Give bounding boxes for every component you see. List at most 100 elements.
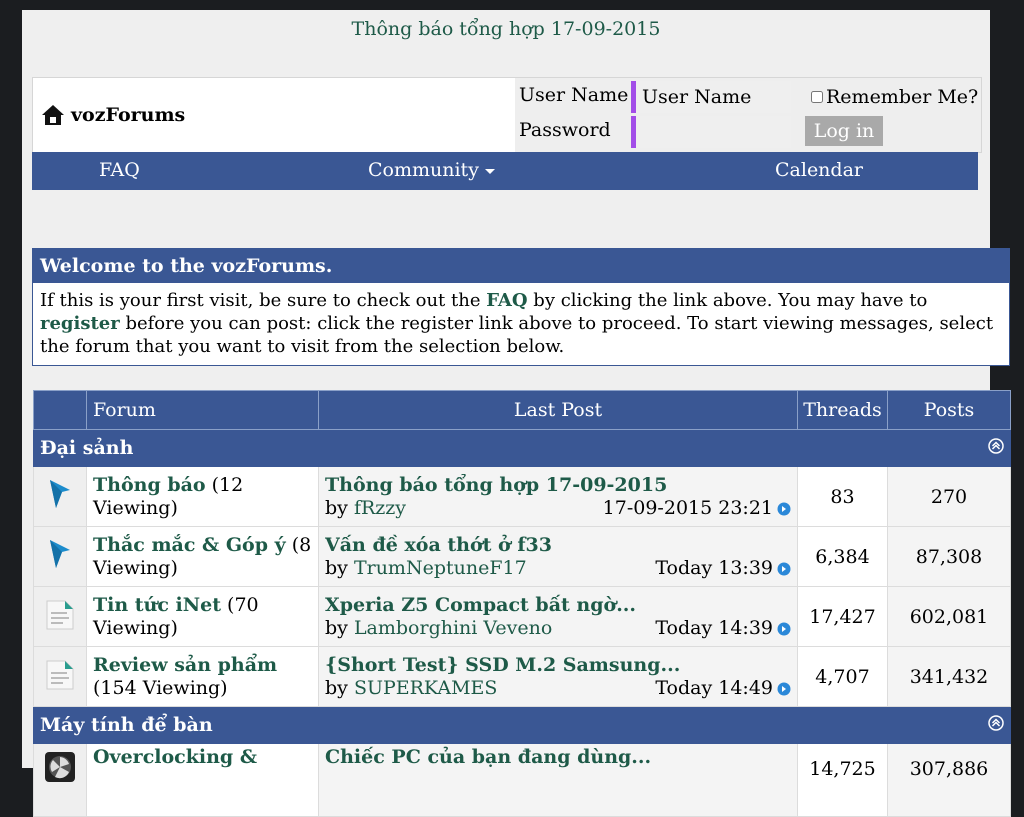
go-to-post-icon[interactable] — [777, 562, 791, 576]
forum-name-cell: Tin tức iNet (70 Viewing) — [86, 586, 319, 647]
header-icon — [33, 390, 87, 430]
last-post-title[interactable]: Chiếc PC của bạn đang dùng... — [325, 746, 791, 769]
remember-checkbox[interactable] — [811, 91, 823, 103]
last-post-datetime: Today 14:49 — [655, 677, 773, 699]
forum-name-cell: Review sản phẩm (154 Viewing) — [86, 646, 319, 707]
posts-count: 602,081 — [887, 586, 1011, 647]
category-title[interactable]: Đại sảnh — [33, 429, 1011, 467]
forum-name-cell: Overclocking & — [86, 743, 319, 817]
notice-banner[interactable]: Thông báo tổng hợp 17-09-2015 — [22, 18, 990, 40]
last-post-title[interactable]: Xperia Z5 Compact bất ngờ... — [325, 594, 791, 617]
threads-count: 14,725 — [797, 743, 888, 817]
forum-title[interactable]: Overclocking & — [93, 746, 257, 768]
category-name: Máy tính để bàn — [40, 714, 213, 736]
house-icon — [42, 105, 64, 125]
last-post-cell: Chiếc PC của bạn đang dùng... — [318, 743, 798, 817]
go-to-post-icon[interactable] — [777, 682, 791, 696]
last-post-datetime: Today 13:39 — [655, 557, 773, 579]
forum-icon-cell — [33, 743, 87, 817]
register-link[interactable]: register — [40, 313, 120, 334]
posts-count: 307,886 — [887, 743, 1011, 817]
category-row: Đại sảnh — [33, 429, 1011, 467]
pin-icon — [50, 480, 70, 508]
threads-count: 83 — [797, 466, 888, 527]
forum-title[interactable]: Thông báo — [93, 474, 206, 496]
forum-name-cell: Thông báo (12 Viewing) — [86, 466, 319, 527]
nav-calendar[interactable]: Calendar — [775, 159, 863, 181]
last-post-datetime: Today 14:39 — [655, 617, 773, 639]
last-post-time: Today 14:39 — [655, 617, 791, 640]
last-post-cell: {Short Test} SSD M.2 Samsung... by SUPER… — [318, 646, 798, 707]
table-row: Review sản phẩm (154 Viewing) {Short Tes… — [33, 646, 1011, 707]
last-post-cell: Thông báo tổng hợp 17-09-2015 by fRzzy 1… — [318, 466, 798, 527]
last-post-datetime: 17-09-2015 23:21 — [602, 497, 773, 519]
last-post-by: by — [325, 556, 354, 579]
last-post-user[interactable]: TrumNeptuneF17 — [354, 557, 527, 579]
category-title[interactable]: Máy tính để bàn — [33, 706, 1011, 744]
logo[interactable]: vozForums — [41, 102, 185, 128]
go-to-post-icon[interactable] — [777, 622, 791, 636]
last-post-title[interactable]: Thông báo tổng hợp 17-09-2015 — [325, 474, 791, 497]
table-row: Tin tức iNet (70 Viewing) Xperia Z5 Comp… — [33, 586, 1011, 647]
last-post-time: 17-09-2015 23:21 — [603, 497, 791, 520]
collapse-icon[interactable] — [988, 715, 1004, 731]
threads-count: 17,427 — [797, 586, 888, 647]
forum-title[interactable]: Tin tức iNet — [93, 594, 221, 616]
login-button[interactable]: Log in — [805, 116, 883, 146]
forum-icon-cell — [33, 466, 87, 527]
header-posts: Posts — [887, 390, 1011, 430]
table-row: Thông báo (12 Viewing) Thông báo tổng hợ… — [33, 466, 1011, 527]
threads-count: 4,707 — [797, 646, 888, 707]
last-post-by: by — [325, 676, 354, 699]
logo-text: vozForums — [71, 104, 186, 126]
nav-community[interactable]: Community — [368, 159, 495, 181]
nav-community-label: Community — [368, 159, 479, 181]
last-post-user[interactable]: fRzzy — [354, 497, 406, 519]
nav-faq[interactable]: FAQ — [99, 159, 140, 181]
last-post-user[interactable]: SUPERKAMES — [354, 677, 497, 699]
chevron-down-icon — [484, 168, 495, 174]
welcome-text-1: If this is your first visit, be sure to … — [40, 290, 487, 311]
last-post-title[interactable]: Vấn đề xóa thớt ở f33 — [325, 534, 791, 557]
last-post-user[interactable]: Lamborghini Veveno — [354, 617, 552, 639]
forum-icon-cell — [33, 526, 87, 587]
table-row: Thắc mắc & Góp ý (8 Viewing) Vấn đề xóa … — [33, 526, 1011, 587]
last-post-cell: Vấn đề xóa thớt ở f33 by TrumNeptuneF17 … — [318, 526, 798, 587]
last-post-cell: Xperia Z5 Compact bất ngờ... by Lamborgh… — [318, 586, 798, 647]
welcome-text: If this is your first visit, be sure to … — [33, 283, 1009, 364]
username-label: User Name — [519, 84, 629, 106]
collapse-icon[interactable] — [988, 438, 1004, 454]
threads-count: 6,384 — [797, 526, 888, 587]
last-post-by: by — [325, 616, 354, 639]
document-icon — [46, 600, 74, 630]
header-last-post: Last Post — [318, 390, 798, 430]
forum-title[interactable]: Thắc mắc & Góp ý — [93, 534, 286, 556]
pin-icon — [50, 540, 70, 568]
login-panel: User Name Remember Me? Password Log in — [515, 78, 981, 152]
posts-count: 341,432 — [887, 646, 1011, 707]
go-to-post-icon[interactable] — [777, 502, 791, 516]
forum-title[interactable]: Review sản phẩm — [93, 654, 277, 676]
welcome-text-2: by clicking the link above. You may have… — [527, 290, 928, 311]
forum-viewing: (154 Viewing) — [93, 676, 228, 699]
forum-icon-cell — [33, 646, 87, 707]
last-post-by: by — [325, 496, 354, 519]
remember-label: Remember Me? — [826, 86, 979, 108]
category-row: Máy tính để bàn — [33, 706, 1011, 744]
welcome-box: Welcome to the vozForums. If this is you… — [32, 248, 1010, 366]
table-row: Overclocking & Chiếc PC của bạn đang dùn… — [33, 743, 1011, 817]
faq-link[interactable]: FAQ — [486, 290, 527, 311]
forum-table: Forum Last Post Threads Posts Đại sảnh T… — [33, 390, 1011, 817]
header: vozForums User Name Remember Me? Passwor… — [32, 77, 982, 153]
welcome-text-3: before you can post: click the register … — [40, 313, 994, 357]
welcome-title: Welcome to the vozForums. — [33, 249, 1009, 283]
forum-icon-cell — [33, 586, 87, 647]
password-input[interactable] — [631, 116, 791, 148]
posts-count: 87,308 — [887, 526, 1011, 587]
header-forum: Forum — [86, 390, 319, 430]
last-post-time: Today 13:39 — [655, 557, 791, 580]
fan-icon — [45, 752, 75, 782]
last-post-title[interactable]: {Short Test} SSD M.2 Samsung... — [325, 654, 791, 677]
remember-me[interactable]: Remember Me? — [811, 86, 978, 108]
username-input[interactable] — [631, 81, 791, 113]
